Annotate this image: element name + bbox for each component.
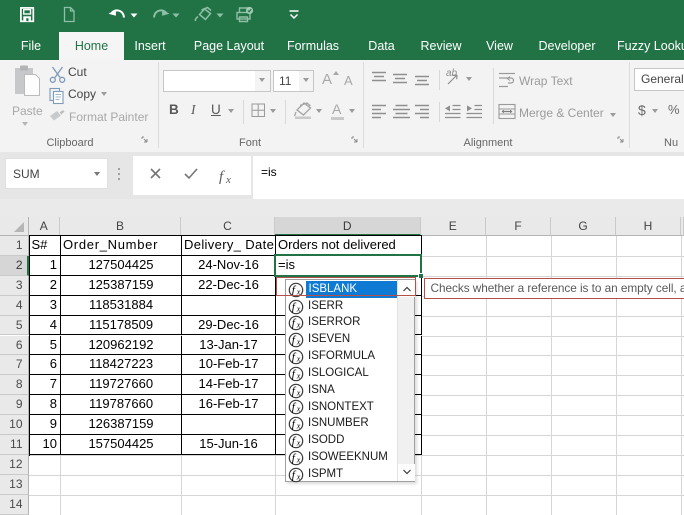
svg-text:x: x — [296, 472, 301, 481]
svg-text:x: x — [296, 422, 301, 431]
svg-text:x: x — [225, 174, 231, 186]
svg-text:x: x — [296, 304, 301, 313]
svg-text:x: x — [296, 405, 301, 414]
svg-text:x: x — [296, 388, 301, 397]
svg-text:x: x — [296, 438, 301, 447]
svg-text:ab: ab — [446, 68, 458, 79]
svg-text:f: f — [219, 169, 225, 185]
svg-text:x: x — [296, 354, 301, 363]
svg-text:x: x — [296, 337, 301, 346]
svg-text:x: x — [296, 455, 301, 464]
svg-text:x: x — [296, 371, 301, 380]
svg-text:x: x — [296, 321, 301, 330]
